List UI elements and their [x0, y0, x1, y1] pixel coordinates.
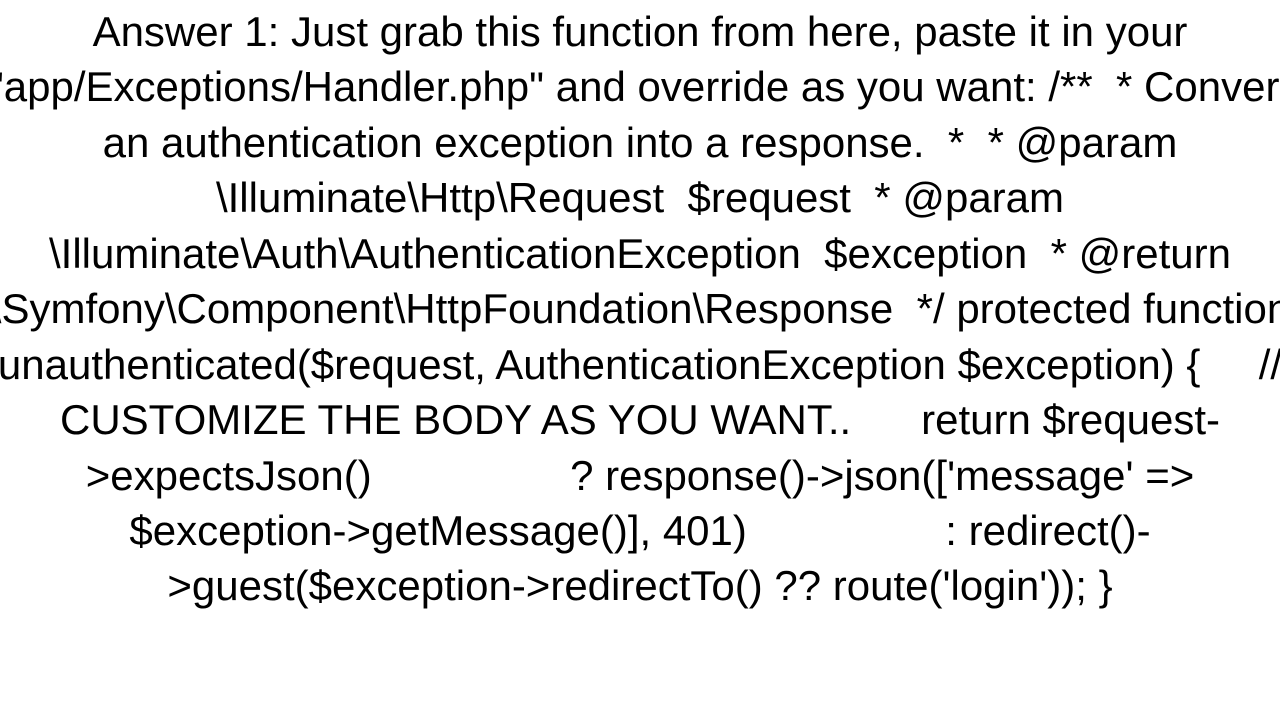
document-body: Answer 1: Just grab this function from h… [0, 0, 1280, 720]
answer-text: Answer 1: Just grab this function from h… [0, 0, 1280, 614]
